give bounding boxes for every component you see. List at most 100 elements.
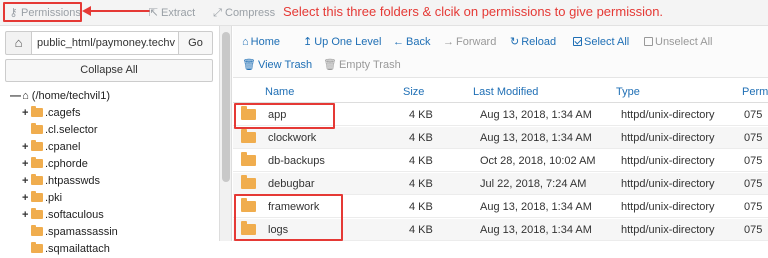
file-size: 4 KB [409,178,433,190]
file-size: 4 KB [409,155,433,167]
extract-button[interactable]: ⇱ Extract [148,5,195,21]
arrow-right-icon: → [443,36,454,48]
tree-item-label: .htpasswds [45,175,101,187]
trash-icon: 🗑 [242,59,256,71]
tree-item[interactable]: .cl.selector [22,122,98,139]
folder-icon [31,225,43,236]
tree-item[interactable]: + .htpasswds [22,173,100,190]
tree-item[interactable]: + .cpanel [22,139,80,156]
home-label: Home [250,36,280,48]
trash-icon: 🗑 [323,59,337,71]
expand-toggle-icon[interactable]: + [22,207,31,224]
annotation-arrow-icon [82,6,150,16]
file-type: httpd/unix-directory [621,201,715,213]
home-icon: ⌂ [22,90,29,102]
select-all-button[interactable]: Select All [573,34,629,50]
scrollbar-thumb[interactable] [222,32,230,182]
folder-icon [31,140,43,151]
file-manager-toolbar: ⚷ Permissions ⇱ Extract ⤢ Compress Select t… [0,0,768,26]
empty-trash-label: Empty Trash [338,59,401,71]
compress-icon: ⤢ [213,7,222,19]
directory-tree-pane: ⌂ Go Collapse All — ⌂ (/home/techvil1) +… [0,26,220,255]
path-input[interactable] [32,31,178,55]
file-table-header: Name Size Last Modified Type Perm [233,83,768,103]
folder-icon [31,242,43,253]
tree-item[interactable]: + .pki [22,190,62,207]
folder-icon [31,191,43,202]
collapse-all-button[interactable]: Collapse All [5,59,213,82]
tree-item-label: .cagefs [45,107,81,119]
file-list-pane: ⌂ Home ↥ Up One Level ← Back → Forward ↻ Relo… [233,26,768,241]
home-button[interactable]: ⌂ Home [242,34,280,50]
file-modified: Jul 22, 2018, 7:24 AM [480,178,587,190]
tree-item[interactable]: + .softaculous [22,207,104,224]
expand-toggle-icon[interactable]: + [22,173,31,190]
folder-icon [31,208,43,219]
table-row[interactable]: debugbar 4 KB Jul 22, 2018, 7:24 AM http… [233,173,768,195]
file-size: 4 KB [409,224,433,236]
table-row[interactable]: clockwork 4 KB Aug 13, 2018, 1:34 AM htt… [233,127,768,149]
checked-box-icon [573,37,582,46]
tree-scrollbar[interactable] [220,26,232,241]
expand-toggle-icon[interactable]: + [22,156,31,173]
file-perms: 075 [744,109,763,121]
level-up-icon: ↥ [303,36,313,48]
collapse-toggle-icon[interactable]: — [10,88,21,105]
expand-toggle-icon[interactable]: + [22,190,31,207]
tree-item[interactable]: + .cagefs [22,105,80,122]
file-modified: Oct 28, 2018, 10:02 AM [480,155,596,167]
tree-item[interactable]: .spamassassin [22,224,118,241]
expand-toggle-icon[interactable]: + [22,105,31,122]
unselect-all-label: Unselect All [655,36,713,48]
home-icon: ⌂ [242,36,249,48]
tree-item-label: .cl.selector [45,124,98,136]
tree-item-label: .pki [45,192,63,204]
file-type: httpd/unix-directory [621,132,715,144]
extract-label: Extract [161,7,196,19]
file-perms: 075 [744,224,763,236]
tree-item[interactable]: .sqmailattach [22,241,110,258]
column-name-header[interactable]: Name [265,86,294,98]
tree-item-root[interactable]: — ⌂ (/home/techvil1) [10,88,110,105]
back-button[interactable]: ← Back [393,34,430,50]
file-size: 4 KB [409,201,433,213]
file-type: httpd/unix-directory [621,224,715,236]
file-name: db-backups [268,155,325,167]
file-modified: Aug 13, 2018, 1:34 AM [480,132,592,144]
tree-item[interactable]: + .cphorde [22,156,88,173]
folder-icon [241,175,256,189]
folder-icon [31,174,43,185]
file-type: httpd/unix-directory [621,109,715,121]
file-name: debugbar [268,178,315,190]
up-one-level-button[interactable]: ↥ Up One Level [303,34,381,50]
view-trash-button[interactable]: 🗑 View Trash [242,57,312,73]
file-perms: 075 [744,178,763,190]
tree-item-label: .spamassassin [45,226,118,238]
view-trash-label: View Trash [257,59,313,71]
file-perms: 075 [744,155,763,167]
home-icon: ⌂ [14,35,23,50]
home-directory-button[interactable]: ⌂ [5,31,32,55]
reload-button[interactable]: ↻ Reload [510,34,556,50]
compress-button[interactable]: ⤢ Compress [212,5,275,21]
forward-button[interactable]: → Forward [443,34,496,50]
extract-icon: ⇱ [148,7,159,19]
permissions-highlight [3,2,82,22]
empty-trash-button[interactable]: 🗑 Empty Trash [323,57,401,73]
column-size-header[interactable]: Size [403,86,424,98]
go-button[interactable]: Go [178,31,213,55]
unselect-all-button[interactable]: Unselect All [644,34,712,50]
tree-item-label: .sqmailattach [45,243,110,255]
file-type: httpd/unix-directory [621,178,715,190]
app-highlight [234,103,335,129]
column-perms-header[interactable]: Perm [742,86,768,98]
instruction-annotation: Select this three folders & clcik on per… [283,4,664,19]
refresh-icon: ↻ [510,36,520,48]
table-row[interactable]: db-backups 4 KB Oct 28, 2018, 10:02 AM h… [233,150,768,172]
folder-icon [31,123,43,134]
column-type-header[interactable]: Type [616,86,640,98]
tree-item-label: .softaculous [45,209,104,221]
expand-toggle-icon[interactable]: + [22,139,31,156]
column-modified-header[interactable]: Last Modified [473,86,538,98]
forward-label: Forward [456,36,497,48]
